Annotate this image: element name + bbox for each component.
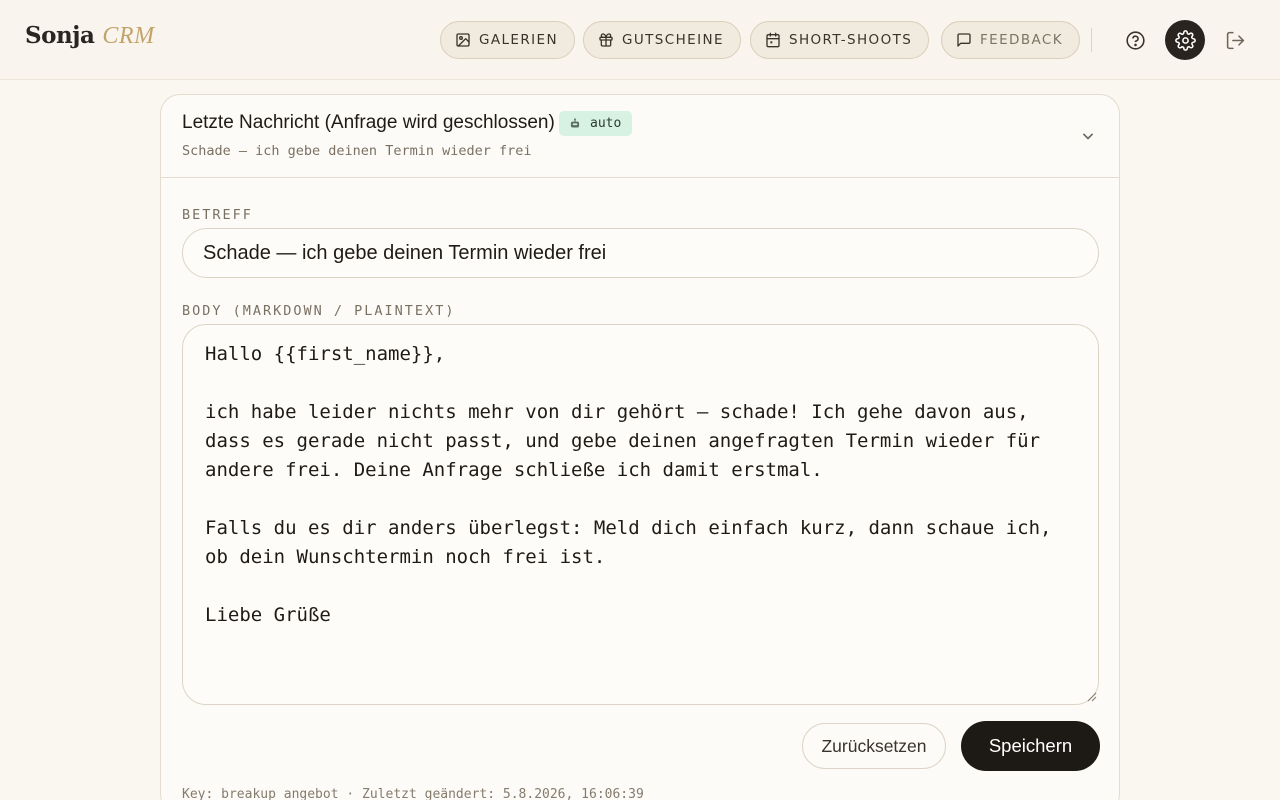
nav-short-shoots-button[interactable]: SHORT-SHOOTS xyxy=(750,21,930,59)
auto-badge-label: auto xyxy=(590,116,622,131)
header-divider xyxy=(1091,28,1092,52)
resize-handle-icon[interactable] xyxy=(1085,690,1097,702)
nav-feedback-label: FEEDBACK xyxy=(980,32,1063,48)
reset-button[interactable]: Zurücksetzen xyxy=(802,723,946,769)
nav-gutscheine-label: GUTSCHEINE xyxy=(622,32,724,48)
subject-input[interactable] xyxy=(182,228,1099,278)
nav-short-shoots-label: SHORT-SHOOTS xyxy=(789,32,913,48)
image-icon xyxy=(456,33,470,47)
save-button[interactable]: Speichern xyxy=(961,721,1100,771)
card-subtitle: Schade — ich gebe deinen Termin wieder f… xyxy=(182,143,532,159)
nav-gutscheine-button[interactable]: GUTSCHEINE xyxy=(583,21,741,59)
brand-logo[interactable]: Sonja CRM xyxy=(25,22,155,50)
body-label: BODY (MARKDOWN / PLAINTEXT) xyxy=(182,303,456,319)
robot-icon xyxy=(570,117,580,127)
template-card: Letzte Nachricht (Anfrage wird geschloss… xyxy=(160,94,1120,800)
help-button[interactable] xyxy=(1115,20,1155,60)
card-title: Letzte Nachricht (Anfrage wird geschloss… xyxy=(182,112,555,133)
brand-sub: CRM xyxy=(102,23,155,49)
nav-galerien-button[interactable]: GALERIEN xyxy=(440,21,575,59)
top-bar: Sonja CRM GALERIEN GUTSCHEINE SHORT-SHOO… xyxy=(0,0,1280,80)
card-header[interactable]: Letzte Nachricht (Anfrage wird geschloss… xyxy=(161,95,1119,178)
meta-info: Key: breakup_angebot · Zuletzt geändert:… xyxy=(182,787,644,800)
subject-label: BETREFF xyxy=(182,207,253,223)
brand-name: Sonja xyxy=(25,22,95,49)
logout-icon xyxy=(1226,31,1244,49)
gift-icon xyxy=(599,33,613,47)
message-icon xyxy=(957,33,971,47)
logout-button[interactable] xyxy=(1215,20,1255,60)
settings-button[interactable] xyxy=(1165,20,1205,60)
calendar-icon xyxy=(766,32,780,48)
auto-badge: auto xyxy=(559,111,633,136)
help-icon xyxy=(1125,30,1145,50)
body-textarea[interactable]: Hallo {{first_name}}, ich habe leider ni… xyxy=(182,324,1099,705)
chevron-down-icon[interactable] xyxy=(1078,126,1098,146)
nav-galerien-label: GALERIEN xyxy=(479,32,558,48)
nav-feedback-button[interactable]: FEEDBACK xyxy=(941,21,1080,59)
settings-icon xyxy=(1174,29,1196,51)
